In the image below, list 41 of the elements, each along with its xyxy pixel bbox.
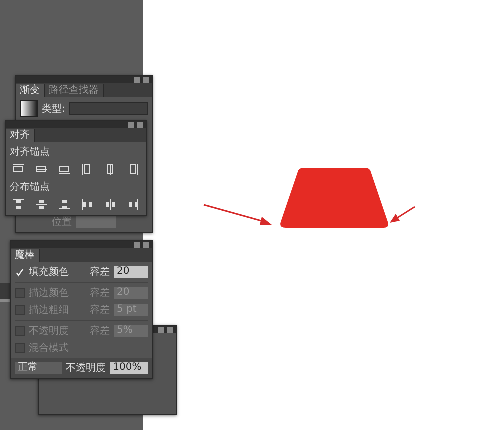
panel-tab[interactable]: 魔棒: [11, 249, 40, 262]
close-icon[interactable]: [137, 122, 143, 128]
opacity-field[interactable]: 100%: [110, 362, 148, 374]
align-icon[interactable]: [13, 164, 24, 175]
arrow: [390, 206, 416, 223]
checkbox[interactable]: [15, 305, 25, 315]
collapse-icon[interactable]: [134, 242, 140, 248]
tolerance-field[interactable]: 20: [114, 266, 148, 278]
distribute-icon[interactable]: [82, 199, 93, 210]
panel-tab[interactable]: 路径查找器: [45, 84, 104, 97]
panel-tab[interactable]: 渐变: [16, 84, 45, 97]
collapse-icon[interactable]: [158, 326, 164, 332]
distribute-icon[interactable]: [36, 199, 47, 210]
align-icon[interactable]: [82, 164, 93, 175]
type-label: 类型:: [42, 102, 66, 116]
blend-mode-dropdown[interactable]: 正常: [15, 362, 62, 374]
close-icon[interactable]: [167, 326, 173, 332]
section-label: 分布锚点: [10, 180, 51, 194]
align-icon[interactable]: [59, 164, 70, 175]
distribute-icon[interactable]: [13, 199, 24, 210]
align-icon[interactable]: [128, 164, 139, 175]
tolerance-label: 容差: [90, 266, 110, 279]
close-icon[interactable]: [143, 76, 149, 82]
align-icon[interactable]: [36, 164, 47, 175]
section-label: 对齐锚点: [10, 146, 51, 159]
distribute-icon[interactable]: [105, 199, 116, 210]
distribute-icon[interactable]: [128, 199, 139, 210]
collapse-icon[interactable]: [128, 122, 134, 128]
gradient-swatch[interactable]: [20, 100, 38, 117]
align-icon[interactable]: [105, 164, 116, 175]
position-field[interactable]: [76, 216, 116, 228]
checkbox[interactable]: [15, 288, 25, 298]
arrow: [204, 204, 272, 225]
collapse-icon[interactable]: [134, 76, 140, 82]
opacity-label: 不透明度: [66, 362, 106, 375]
distribute-icon[interactable]: [59, 199, 70, 210]
option-label: 填充颜色: [29, 266, 69, 279]
checkbox[interactable]: [15, 343, 25, 353]
checkbox[interactable]: [15, 326, 25, 336]
panel-tab[interactable]: 对齐: [6, 129, 35, 142]
close-icon[interactable]: [143, 242, 149, 248]
